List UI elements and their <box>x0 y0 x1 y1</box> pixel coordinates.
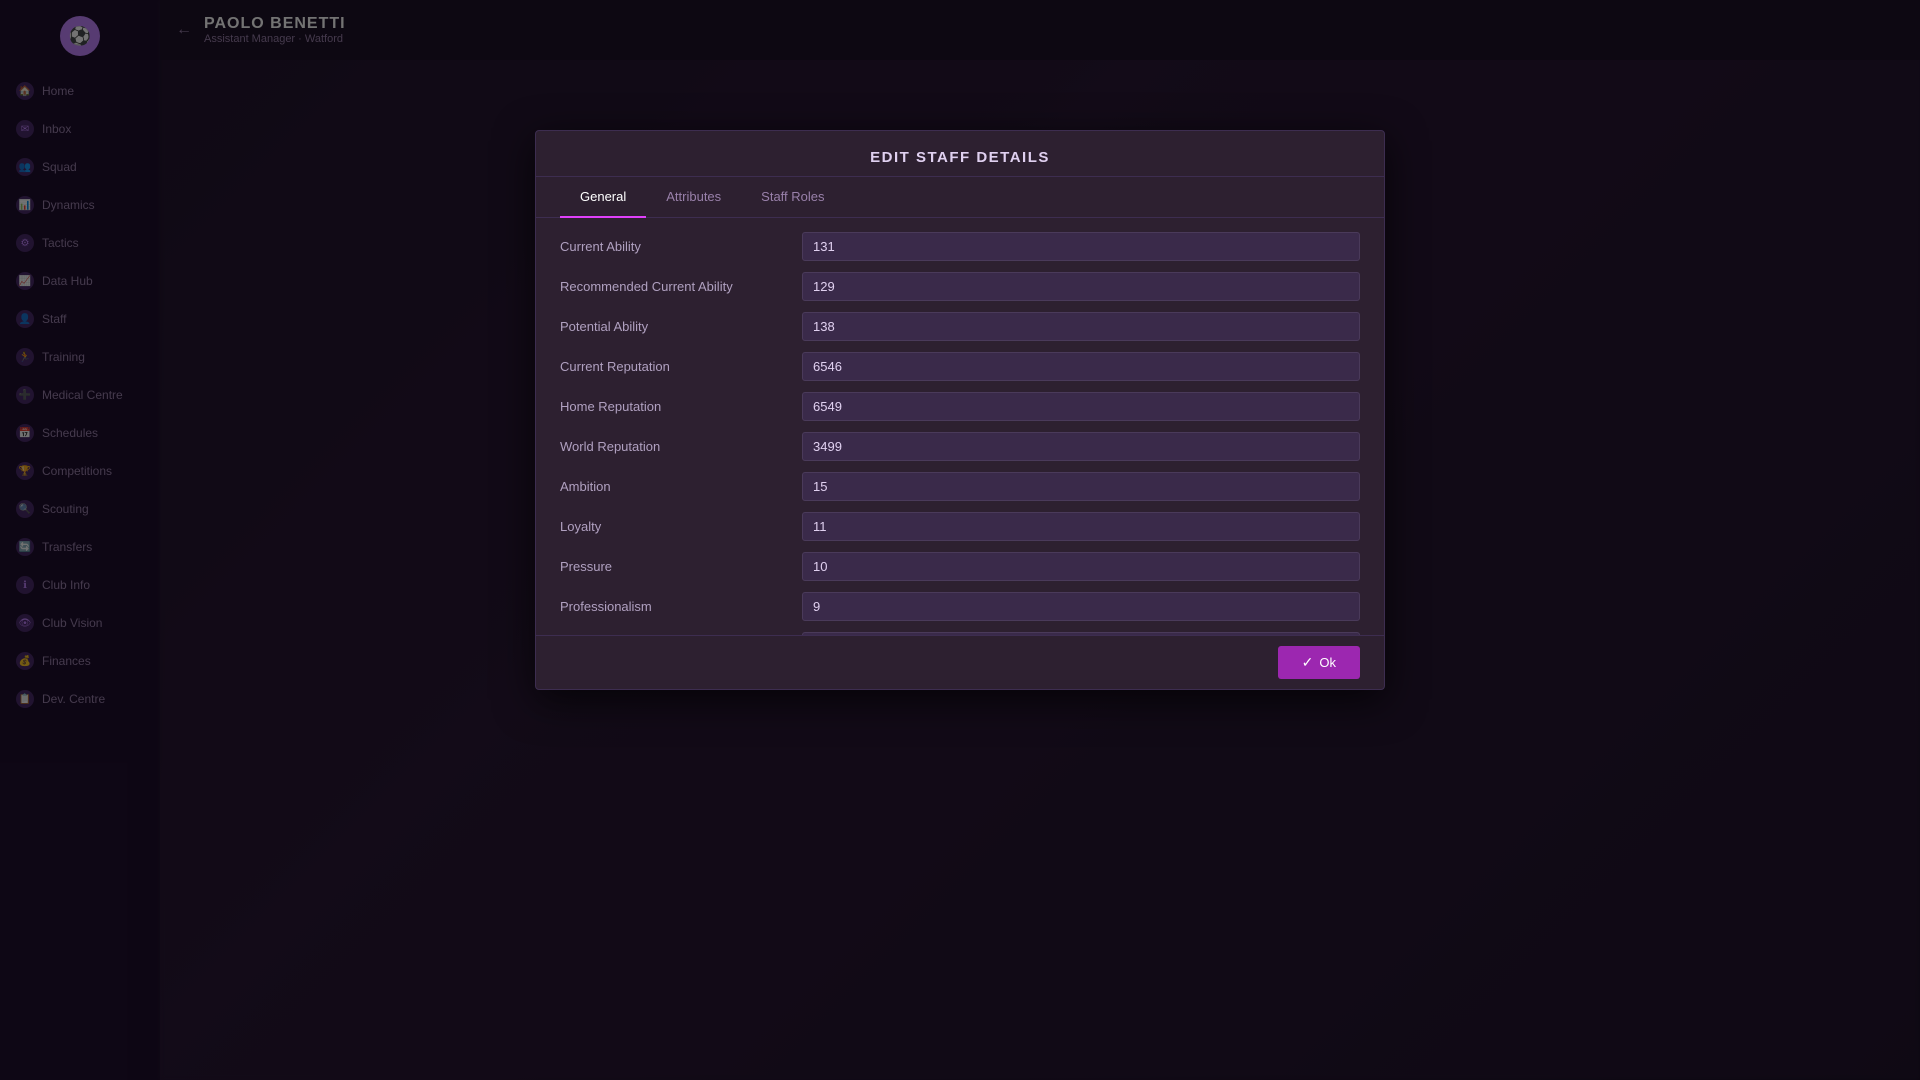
field-input-current-ability[interactable] <box>802 232 1360 261</box>
tab-staff-roles[interactable]: Staff Roles <box>741 177 844 218</box>
edit-staff-dialog: EDIT STAFF DETAILS GeneralAttributesStaf… <box>535 130 1385 690</box>
field-input-ambition[interactable] <box>802 472 1360 501</box>
tab-attributes[interactable]: Attributes <box>646 177 741 218</box>
dialog-title: EDIT STAFF DETAILS <box>536 131 1384 177</box>
field-label-pressure: Pressure <box>560 559 790 574</box>
ok-label: Ok <box>1319 655 1336 670</box>
field-row: Potential Ability <box>560 308 1360 344</box>
field-label-world-reputation: World Reputation <box>560 439 790 454</box>
ok-button[interactable]: ✓ Ok <box>1278 646 1360 679</box>
field-row: Loyalty <box>560 508 1360 544</box>
check-icon: ✓ <box>1302 654 1314 671</box>
field-input-pressure[interactable] <box>802 552 1360 581</box>
field-label-home-reputation: Home Reputation <box>560 399 790 414</box>
field-label-loyalty: Loyalty <box>560 519 790 534</box>
tab-general[interactable]: General <box>560 177 646 218</box>
field-input-home-reputation[interactable] <box>802 392 1360 421</box>
field-row: Current Reputation <box>560 348 1360 384</box>
field-label-recommended-current-ability: Recommended Current Ability <box>560 279 790 294</box>
dialog-body: Current Ability Recommended Current Abili… <box>536 218 1384 635</box>
field-label-ambition: Ambition <box>560 479 790 494</box>
field-label-professionalism: Professionalism <box>560 599 790 614</box>
field-input-current-reputation[interactable] <box>802 352 1360 381</box>
field-row: Recommended Current Ability <box>560 268 1360 304</box>
dialog-tabs: GeneralAttributesStaff Roles <box>536 177 1384 218</box>
field-row: Pressure <box>560 548 1360 584</box>
field-input-potential-ability[interactable] <box>802 312 1360 341</box>
field-row: Sportsmanship <box>560 628 1360 635</box>
field-input-recommended-current-ability[interactable] <box>802 272 1360 301</box>
field-label-current-reputation: Current Reputation <box>560 359 790 374</box>
field-row: World Reputation <box>560 428 1360 464</box>
field-label-potential-ability: Potential Ability <box>560 319 790 334</box>
field-input-professionalism[interactable] <box>802 592 1360 621</box>
field-row: Current Ability <box>560 228 1360 264</box>
field-input-world-reputation[interactable] <box>802 432 1360 461</box>
field-row: Home Reputation <box>560 388 1360 424</box>
field-row: Ambition <box>560 468 1360 504</box>
field-row: Professionalism <box>560 588 1360 624</box>
field-label-current-ability: Current Ability <box>560 239 790 254</box>
field-input-loyalty[interactable] <box>802 512 1360 541</box>
dialog-overlay: EDIT STAFF DETAILS GeneralAttributesStaf… <box>0 0 1920 1080</box>
dialog-footer: ✓ Ok <box>536 635 1384 689</box>
